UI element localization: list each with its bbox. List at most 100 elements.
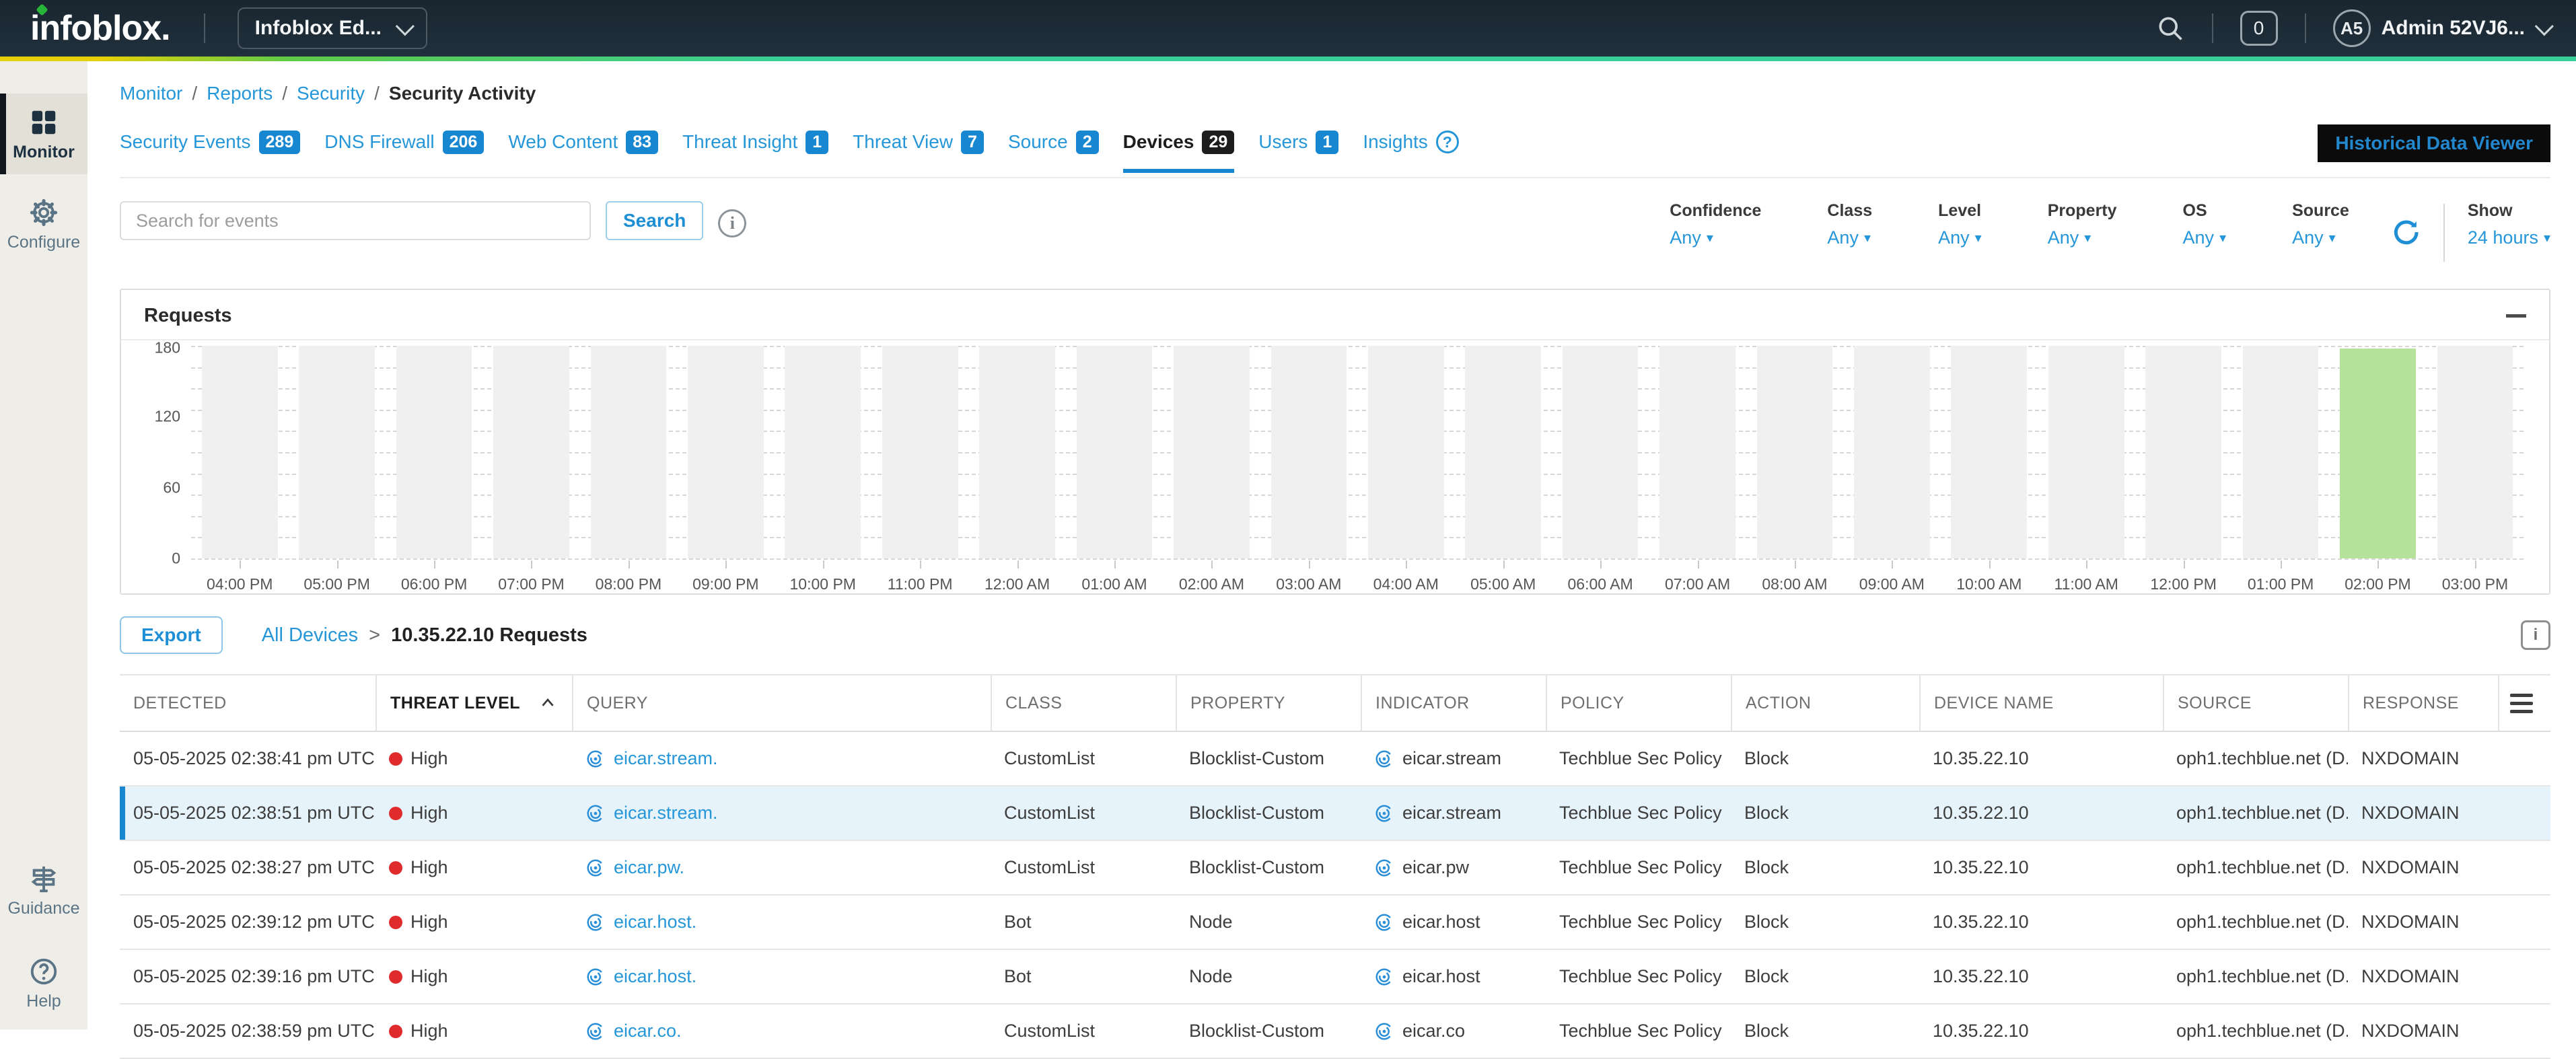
filter-value-dropdown[interactable]: Any▾ bbox=[1938, 227, 1982, 248]
column-header-threat-level[interactable]: THREAT LEVEL bbox=[375, 675, 572, 731]
sidebar-item-monitor[interactable]: Monitor bbox=[0, 94, 87, 174]
column-header-property[interactable]: PROPERTY bbox=[1176, 675, 1361, 731]
header-divider bbox=[2305, 13, 2306, 43]
breadcrumb-item[interactable]: Reports bbox=[207, 83, 273, 104]
notification-count-badge[interactable]: 0 bbox=[2240, 11, 2278, 46]
sidebar-item-help[interactable]: Help bbox=[0, 943, 87, 1023]
chart-hour-band[interactable] bbox=[2038, 346, 2135, 558]
chart-hour-band[interactable] bbox=[2232, 346, 2329, 558]
table-row[interactable]: 05-05-2025 02:38:41 pm UTCHigheicar.stre… bbox=[120, 732, 2550, 787]
export-button[interactable]: Export bbox=[120, 616, 223, 654]
chart-hour-band[interactable] bbox=[1941, 346, 2038, 558]
table-row[interactable]: 05-05-2025 02:38:27 pm UTCHigheicar.pw.C… bbox=[120, 841, 2550, 896]
sort-ascending-icon[interactable] bbox=[538, 693, 558, 713]
chart-hour-band[interactable] bbox=[1649, 346, 1746, 558]
cell-query[interactable]: eicar.pw. bbox=[572, 841, 991, 894]
search-icon[interactable] bbox=[2155, 13, 2185, 43]
breadcrumb-item[interactable]: Monitor bbox=[120, 83, 182, 104]
tab-threat-insight[interactable]: Threat Insight1 bbox=[682, 131, 828, 157]
cell-threat-level: High bbox=[375, 732, 572, 785]
column-header-source[interactable]: SOURCE bbox=[2163, 675, 2348, 731]
sidebar-item-guidance[interactable]: Guidance bbox=[0, 850, 87, 930]
query-link[interactable]: eicar.host. bbox=[614, 966, 696, 987]
table-row[interactable]: 05-05-2025 02:39:12 pm UTCHigheicar.host… bbox=[120, 896, 2550, 950]
table-row[interactable]: 05-05-2025 02:39:16 pm UTCHigheicar.host… bbox=[120, 950, 2550, 1005]
historical-data-viewer-button[interactable]: Historical Data Viewer bbox=[2318, 124, 2550, 162]
chart-hour-band[interactable] bbox=[191, 346, 288, 558]
filter-value-dropdown[interactable]: Any▾ bbox=[1670, 227, 1761, 248]
chart-hour-band[interactable] bbox=[2427, 346, 2524, 558]
chart-hour-band[interactable] bbox=[1843, 346, 1940, 558]
breadcrumb-item[interactable]: Security bbox=[297, 83, 365, 104]
cell-query[interactable]: eicar.host. bbox=[572, 950, 991, 1003]
cell-query[interactable]: eicar.stream. bbox=[572, 787, 991, 840]
tab-insights[interactable]: Insights? bbox=[1363, 131, 1459, 156]
query-link[interactable]: eicar.host. bbox=[614, 912, 696, 933]
collapse-panel-icon[interactable] bbox=[2506, 314, 2526, 318]
column-header-indicator[interactable]: INDICATOR bbox=[1361, 675, 1546, 731]
column-header-detected[interactable]: DETECTED bbox=[120, 675, 375, 731]
tab-devices[interactable]: Devices29 bbox=[1123, 131, 1235, 157]
table-row[interactable]: 05-05-2025 02:38:59 pm UTCHigheicar.co.C… bbox=[120, 1005, 2550, 1059]
chart-hour-band[interactable] bbox=[1552, 346, 1649, 558]
column-header-class[interactable]: CLASS bbox=[991, 675, 1176, 731]
chart-hour-band[interactable] bbox=[1260, 346, 1357, 558]
cell-query[interactable]: eicar.host. bbox=[572, 896, 991, 949]
chart-hour-band[interactable] bbox=[386, 346, 482, 558]
chart-hour-band[interactable] bbox=[775, 346, 871, 558]
search-input[interactable] bbox=[120, 201, 591, 240]
app-switcher-dropdown[interactable]: Infoblox Ed... bbox=[238, 7, 427, 49]
query-link[interactable]: eicar.pw. bbox=[614, 857, 684, 878]
chart-hour-band[interactable] bbox=[1163, 346, 1260, 558]
threat-level-high-dot bbox=[389, 807, 402, 820]
column-header-response[interactable]: RESPONSE bbox=[2348, 675, 2498, 731]
column-header-policy[interactable]: POLICY bbox=[1546, 675, 1731, 731]
chart-hour-band[interactable] bbox=[482, 346, 579, 558]
chart-hour-band[interactable] bbox=[2329, 346, 2426, 558]
chart-hour-band[interactable] bbox=[580, 346, 677, 558]
cell-query[interactable]: eicar.stream. bbox=[572, 732, 991, 785]
cell-policy: Techblue Sec Policy bbox=[1546, 787, 1731, 840]
refresh-icon[interactable] bbox=[2390, 217, 2421, 248]
tab-source[interactable]: Source2 bbox=[1008, 131, 1099, 157]
column-header-device-name[interactable]: DEVICE NAME bbox=[1919, 675, 2163, 731]
column-settings-button[interactable] bbox=[2498, 675, 2550, 731]
sidebar-item-configure[interactable]: Configure bbox=[0, 184, 87, 264]
info-icon[interactable]: i bbox=[718, 209, 746, 238]
tab-users[interactable]: Users1 bbox=[1258, 131, 1338, 157]
chart-hour-band[interactable] bbox=[677, 346, 774, 558]
query-link[interactable]: eicar.stream. bbox=[614, 748, 718, 769]
cell-query[interactable]: eicar.co. bbox=[572, 1005, 991, 1058]
filter-value-dropdown[interactable]: Any▾ bbox=[2292, 227, 2349, 248]
tab-security-events[interactable]: Security Events289 bbox=[120, 131, 300, 157]
filter-value-dropdown[interactable]: Any▾ bbox=[2048, 227, 2117, 248]
chart-hour-band[interactable] bbox=[2135, 346, 2231, 558]
tab-count-badge: 1 bbox=[806, 131, 828, 154]
chart-hour-band[interactable] bbox=[1454, 346, 1551, 558]
all-devices-link[interactable]: All Devices bbox=[262, 624, 358, 647]
query-link[interactable]: eicar.stream. bbox=[614, 803, 718, 824]
column-header-action[interactable]: ACTION bbox=[1731, 675, 1919, 731]
column-header-query[interactable]: QUERY bbox=[572, 675, 991, 731]
chart-hour-band[interactable] bbox=[1746, 346, 1843, 558]
chart-hour-band[interactable] bbox=[1066, 346, 1163, 558]
chart-hour-band[interactable] bbox=[288, 346, 385, 558]
user-menu[interactable]: A5 Admin 52VJ6... bbox=[2333, 9, 2549, 47]
chart-hour-band[interactable] bbox=[1357, 346, 1454, 558]
show-value-dropdown[interactable]: 24 hours ▾ bbox=[2468, 227, 2550, 248]
table-row[interactable]: 05-05-2025 02:38:51 pm UTCHigheicar.stre… bbox=[120, 787, 2550, 841]
table-details-panel-icon[interactable]: i bbox=[2521, 620, 2550, 650]
tab-dns-firewall[interactable]: DNS Firewall206 bbox=[324, 131, 484, 157]
filter-value-dropdown[interactable]: Any▾ bbox=[1827, 227, 1872, 248]
indicator-text: eicar.pw bbox=[1402, 857, 1469, 878]
main-content: Monitor/Reports/Security/Security Activi… bbox=[87, 61, 2576, 1029]
tab-threat-view[interactable]: Threat View7 bbox=[853, 131, 984, 157]
tab-web-content[interactable]: Web Content83 bbox=[508, 131, 658, 157]
caret-down-icon: ▾ bbox=[2544, 229, 2550, 246]
query-link[interactable]: eicar.co. bbox=[614, 1021, 682, 1042]
filter-value-dropdown[interactable]: Any▾ bbox=[2183, 227, 2227, 248]
chart-hour-band[interactable] bbox=[968, 346, 1065, 558]
search-button[interactable]: Search bbox=[606, 201, 703, 240]
filter-bar: Search i ConfidenceAny▾ClassAny▾LevelAny… bbox=[120, 201, 2550, 262]
chart-hour-band[interactable] bbox=[871, 346, 968, 558]
